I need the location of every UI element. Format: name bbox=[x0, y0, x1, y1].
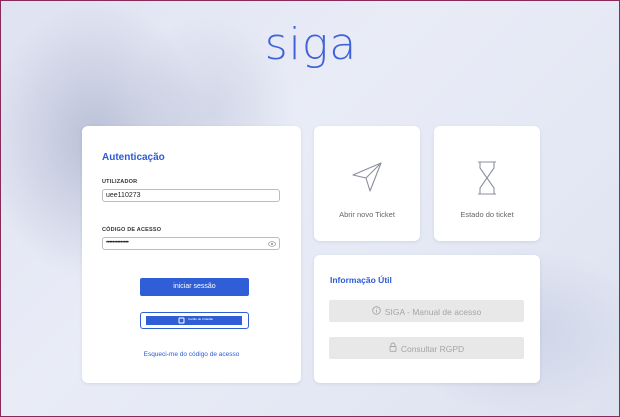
siga-logo: siga bbox=[264, 19, 358, 70]
rgpd-button[interactable]: Consultar RGPD bbox=[329, 337, 524, 359]
auth-card: Autenticação UTILIZADOR uee110273 CÓDIGO… bbox=[82, 126, 301, 383]
ticket-status-card[interactable]: Estado do ticket bbox=[434, 126, 540, 241]
ticket-status-label: Estado do ticket bbox=[460, 210, 514, 219]
password-value: •••••••••••••• bbox=[106, 240, 129, 246]
username-label: UTILIZADOR bbox=[102, 179, 138, 185]
manual-button-label: SIGA - Manual de acesso bbox=[384, 306, 482, 317]
forgot-code-link[interactable]: Esqueci-me do código de acesso bbox=[82, 351, 301, 358]
password-label: CÓDIGO DE ACESSO bbox=[102, 227, 162, 233]
new-ticket-card[interactable]: Abrir novo Ticket bbox=[314, 126, 420, 241]
citizen-card-button[interactable]: Cartão de Cidadão bbox=[140, 312, 249, 329]
password-input[interactable]: •••••••••••••• bbox=[102, 237, 280, 250]
citizen-card-icon bbox=[178, 317, 185, 324]
rgpd-button-label: Consultar RGPD bbox=[400, 343, 465, 354]
info-circle-icon bbox=[372, 301, 381, 323]
login-button[interactable]: iniciar sessão bbox=[140, 278, 249, 296]
info-title: Informação Útil bbox=[330, 275, 392, 285]
citizen-card-inner: Cartão de Cidadão bbox=[146, 316, 242, 325]
eye-icon[interactable] bbox=[268, 240, 276, 248]
auth-title: Autenticação bbox=[102, 152, 165, 163]
username-input[interactable]: uee110273 bbox=[102, 189, 280, 202]
background-frame: siga Autenticação UTILIZADOR uee110273 C… bbox=[0, 0, 620, 417]
new-ticket-label: Abrir novo Ticket bbox=[339, 210, 395, 219]
manual-button[interactable]: SIGA - Manual de acesso bbox=[329, 300, 524, 322]
paper-plane-icon bbox=[314, 160, 420, 199]
hourglass-icon bbox=[434, 160, 540, 201]
citizen-card-label: Cartão de Cidadão bbox=[188, 317, 214, 321]
lock-icon bbox=[389, 338, 397, 360]
info-card: Informação Útil SIGA - Manual de acesso … bbox=[314, 255, 540, 383]
